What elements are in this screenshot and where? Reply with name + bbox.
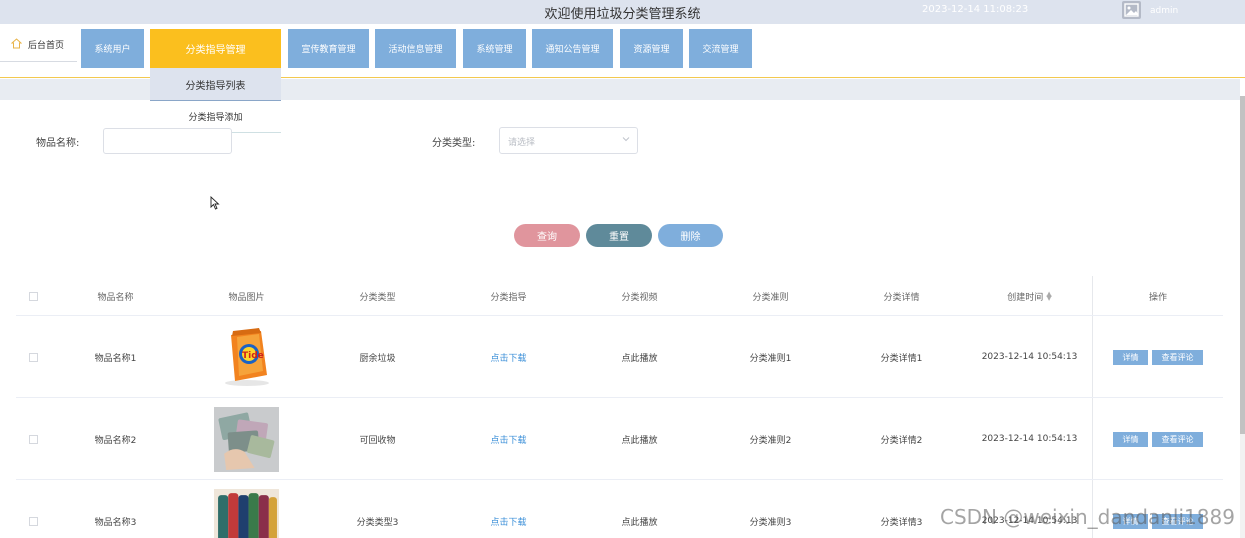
page: 欢迎使用垃圾分类管理系统 2023-12-14 11:08:23 admin 后… xyxy=(0,0,1245,538)
vertical-scrollbar[interactable] xyxy=(1240,96,1245,538)
cell-created-time: 2023-12-14 10:54:13 xyxy=(981,352,1078,362)
scrollbar-thumb[interactable] xyxy=(1240,96,1245,434)
nav-system-users[interactable]: 系统用户 xyxy=(81,29,144,68)
cell-category-type: 可回收物 xyxy=(359,435,396,446)
col-created-time[interactable]: 创建时间 ▲ ▼ xyxy=(967,276,1092,316)
col-item-name: 物品名称 xyxy=(97,292,134,303)
select-all-cell xyxy=(20,276,46,316)
nav-education[interactable]: 宣传教育管理 xyxy=(288,29,369,68)
cell-actions: 详情 查看评论 xyxy=(1093,398,1223,480)
category-type-placeholder: 请选择 xyxy=(508,138,536,148)
nav-classification-guide[interactable]: 分类指导管理 xyxy=(150,29,281,68)
guide-download-link[interactable]: 点击下载 xyxy=(443,316,574,398)
row-checkbox[interactable] xyxy=(28,434,38,444)
video-play-link[interactable]: 点此播放 xyxy=(574,398,705,480)
nav-home-label: 后台首页 xyxy=(28,41,65,51)
delete-button[interactable]: 删除 xyxy=(658,224,723,247)
svg-text:Tide: Tide xyxy=(242,351,264,361)
nav-dropdown-menu: 分类指导列表 分类指导添加 xyxy=(150,68,281,133)
cell-item-name: 物品名称2 xyxy=(94,435,137,446)
table-row: 物品名称2 可回收物 点击下载 点此播放 分类准则2 分类详情2 2023-12… xyxy=(16,398,1223,480)
cell-category-type: 厨余垃圾 xyxy=(359,353,396,364)
cell-item-image xyxy=(181,480,312,538)
watermark: CSDN @weixin_dandanli1889 xyxy=(940,505,1235,529)
category-type-select[interactable]: 请选择 xyxy=(499,127,638,154)
detail-button[interactable]: 详情 xyxy=(1113,431,1148,447)
video-play-link[interactable]: 点此播放 xyxy=(574,480,705,538)
item-name-label: 物品名称: xyxy=(36,138,80,149)
cell-item-image xyxy=(181,398,312,480)
nav-system-management[interactable]: 系统管理 xyxy=(463,29,526,68)
cell-item-name: 物品名称3 xyxy=(94,517,137,528)
item-image-recyclables[interactable] xyxy=(214,406,279,472)
home-icon xyxy=(11,38,22,49)
nav-resources[interactable]: 资源管理 xyxy=(620,29,683,68)
classification-table: 物品名称 物品图片 分类类型 分类指导 分类视频 分类准则 分类详情 创建时间 … xyxy=(16,276,1223,538)
username[interactable]: admin xyxy=(1150,6,1178,16)
table-row: 物品名称1 Tide 厨余垃圾 点击下载 点此播放 分类准则1 分类详情1 20… xyxy=(16,316,1223,398)
row-select-cell xyxy=(20,316,46,398)
col-guide: 分类指导 xyxy=(490,292,527,303)
reset-button[interactable]: 重置 xyxy=(586,224,652,247)
cell-rule: 分类准则3 xyxy=(749,517,792,528)
detail-button[interactable]: 详情 xyxy=(1113,349,1148,365)
current-datetime: 2023-12-14 11:08:23 xyxy=(922,4,1029,15)
row-checkbox[interactable] xyxy=(28,352,38,362)
dropdown-item-guide-list[interactable]: 分类指导列表 xyxy=(150,68,281,101)
cell-category-type: 分类类型3 xyxy=(356,517,399,528)
top-bar: 欢迎使用垃圾分类管理系统 2023-12-14 11:08:23 admin xyxy=(0,0,1245,24)
col-category-type: 分类类型 xyxy=(359,292,396,303)
chevron-down-icon xyxy=(622,137,630,142)
cell-item-image: Tide xyxy=(181,316,312,398)
avatar-icon[interactable] xyxy=(1122,1,1141,19)
cell-rule: 分类准则2 xyxy=(749,435,792,446)
col-detail: 分类详情 xyxy=(883,292,920,303)
cell-detail: 分类详情1 xyxy=(880,353,923,364)
nav-activity-info[interactable]: 活动信息管理 xyxy=(375,29,456,68)
nav-notices[interactable]: 通知公告管理 xyxy=(532,29,613,68)
system-title: 欢迎使用垃圾分类管理系统 xyxy=(544,7,701,22)
cell-rule: 分类准则1 xyxy=(749,353,792,364)
sort-icon[interactable]: ▲ ▼ xyxy=(1046,291,1051,302)
view-comments-button[interactable]: 查看评论 xyxy=(1152,431,1203,447)
query-button[interactable]: 查询 xyxy=(514,224,580,247)
cell-item-name: 物品名称1 xyxy=(94,353,137,364)
item-image-detergent[interactable]: Tide xyxy=(214,325,279,389)
view-comments-button[interactable]: 查看评论 xyxy=(1152,349,1203,365)
mouse-cursor-icon xyxy=(210,196,220,210)
table-header: 物品名称 物品图片 分类类型 分类指导 分类视频 分类准则 分类详情 创建时间 … xyxy=(16,276,1223,316)
row-select-cell xyxy=(20,480,46,538)
item-image-umbrellas[interactable] xyxy=(214,488,279,538)
nav-home[interactable]: 后台首页 xyxy=(0,28,77,62)
cell-detail: 分类详情2 xyxy=(880,435,923,446)
cell-created-time: 2023-12-14 10:54:13 xyxy=(981,434,1078,444)
col-item-image: 物品图片 xyxy=(228,292,265,303)
row-checkbox[interactable] xyxy=(28,516,38,526)
guide-download-link[interactable]: 点击下载 xyxy=(443,480,574,538)
category-type-label: 分类类型: xyxy=(432,138,476,149)
guide-download-link[interactable]: 点击下载 xyxy=(443,398,574,480)
video-play-link[interactable]: 点此播放 xyxy=(574,316,705,398)
col-created-time-label: 创建时间 xyxy=(1007,292,1044,303)
select-all-checkbox[interactable] xyxy=(28,291,38,301)
col-video: 分类视频 xyxy=(621,292,658,303)
cell-actions: 详情 查看评论 xyxy=(1093,316,1223,398)
nav-communication[interactable]: 交流管理 xyxy=(689,29,752,68)
row-select-cell xyxy=(20,398,46,480)
col-actions: 操作 xyxy=(1148,292,1167,303)
item-name-input[interactable] xyxy=(103,128,232,154)
col-rule: 分类准则 xyxy=(752,292,789,303)
